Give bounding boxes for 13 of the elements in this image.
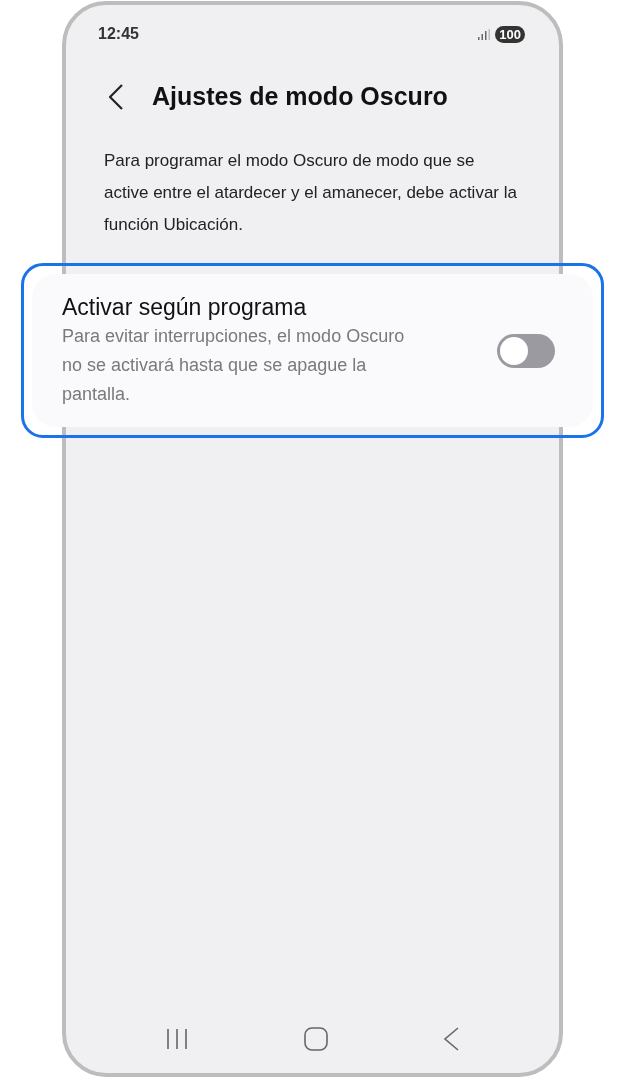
setting-description: Para evitar interrupciones, el modo Oscuro no se activará hasta que se apague la pantalla.	[62, 325, 406, 406]
home-icon[interactable]	[303, 1027, 328, 1051]
back-nav-icon[interactable]	[443, 1027, 459, 1051]
setting-title: Activar según programa	[62, 293, 308, 322]
location-notice: Para programar el modo Oscuro de modo que se active entre el atardecer y el amanecer, debe activar la función Ubicación.	[104, 150, 518, 236]
signal-icon	[478, 28, 491, 40]
status-time: 12:45	[98, 24, 139, 44]
back-icon	[109, 84, 123, 110]
recents-icon[interactable]	[166, 1028, 188, 1050]
battery-level: 100	[495, 25, 525, 43]
setting-card[interactable]: Activar según programa Para evitar interrupciones, el modo Oscuro no se activará hasta que se apague la pantalla.	[32, 274, 593, 427]
page-title: Ajustes de modo Oscuro	[152, 81, 448, 113]
toggle-switch[interactable]	[497, 333, 555, 368]
